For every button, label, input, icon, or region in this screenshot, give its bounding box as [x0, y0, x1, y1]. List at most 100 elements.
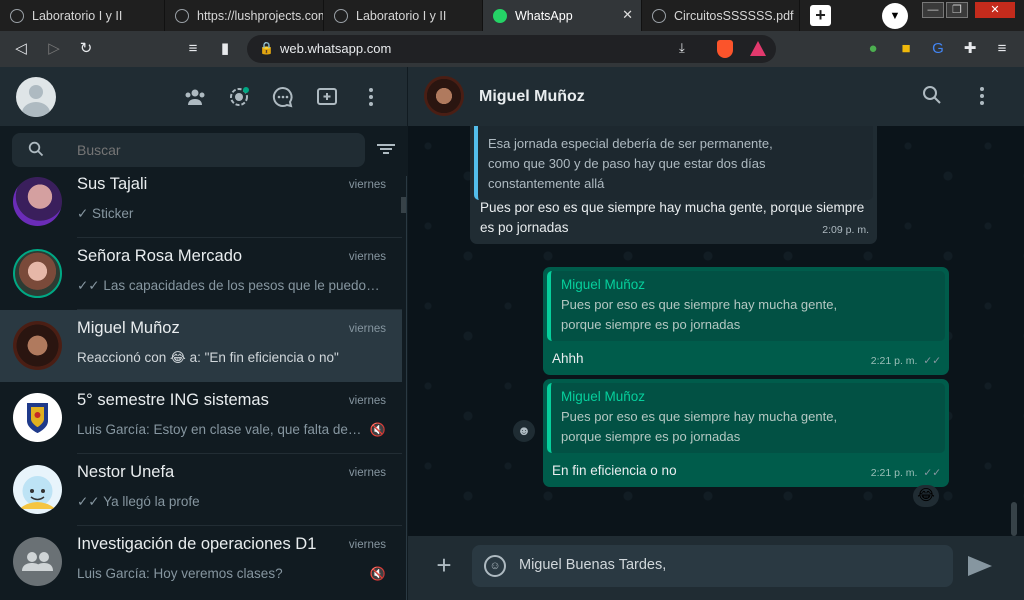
read-ticks-icon: ✓✓ — [923, 355, 941, 367]
browser-toolbar: ◁ ▷ ↻ ≡ ▮ 🔒 web.whatsapp.com ⤓ ● ■ G ✚ ≡ — [0, 31, 1024, 67]
message-outgoing[interactable]: Miguel Muñoz Pues por eso es que siempre… — [543, 267, 949, 375]
quoted-message[interactable]: Miguel Muñoz Pues por eso es que siempre… — [547, 383, 945, 453]
message-composer: + ☺ Miguel Buenas Tardes, — [408, 536, 1024, 600]
chevron-down-icon[interactable]: ▼ — [882, 3, 908, 29]
menu-dots-icon[interactable] — [971, 85, 993, 107]
message-draft[interactable]: Miguel Buenas Tardes, — [519, 557, 666, 573]
minimize-button[interactable]: — — [922, 2, 944, 18]
message-time: 2:09 p. m. — [822, 224, 869, 236]
conversation-scrollbar[interactable] — [1011, 502, 1017, 536]
search-box[interactable] — [12, 133, 365, 167]
message-incoming[interactable]: Esa jornada especial debería de ser perm… — [470, 126, 877, 244]
quoted-author: Miguel Muñoz — [561, 389, 646, 404]
lock-icon: 🔒 — [259, 41, 274, 55]
avatar[interactable] — [424, 76, 464, 116]
communities-icon[interactable] — [183, 85, 207, 109]
chat-time: viernes — [348, 467, 386, 479]
quoted-text: constantemente allá — [488, 176, 605, 191]
message-list: Esa jornada especial debería de ser perm… — [408, 126, 1024, 536]
filter-icon[interactable] — [377, 142, 395, 158]
globe-icon — [334, 8, 348, 23]
quoted-text: Pues por eso es que siempre hay mucha ge… — [561, 409, 838, 424]
emoji-icon[interactable]: ☺ — [484, 555, 506, 577]
chat-item-selected[interactable]: Miguel Muñoz viernes Reaccionó con 😂 a: … — [0, 310, 402, 382]
send-icon[interactable] — [968, 556, 992, 576]
extensions-icon[interactable]: ✚ — [961, 40, 979, 58]
message-meta: 2:21 p. m. ✓✓ — [871, 463, 941, 483]
sidebar-scrollbar[interactable] — [401, 197, 406, 213]
quoted-text: porque siempre es po jornadas — [561, 317, 741, 332]
brave-rewards-icon[interactable] — [750, 41, 766, 56]
message-outgoing[interactable]: Miguel Muñoz Pues por eso es que siempre… — [543, 379, 949, 487]
search-area — [0, 126, 407, 176]
reload-icon[interactable]: ↻ — [77, 40, 95, 58]
brave-shield-icon[interactable] — [717, 40, 733, 58]
message-reaction[interactable]: 😂 — [913, 485, 939, 507]
quoted-text: como que 300 y de paso hay que estar dos… — [488, 156, 766, 171]
forward-icon[interactable]: ▷ — [45, 40, 63, 58]
chat-name: 5° semestre ING sistemas — [77, 391, 269, 409]
chat-preview: Reaccionó con 😂 a: "En fin eficiencia o … — [77, 350, 339, 365]
status-icon[interactable] — [227, 85, 251, 109]
emoji-react-icon[interactable]: ☻ — [513, 420, 535, 442]
message-text: Pues por eso es que siempre hay mucha ge… — [480, 200, 865, 215]
chat-name: Señora Rosa Mercado — [77, 247, 243, 265]
reader-icon[interactable]: ≡ — [184, 40, 202, 58]
attach-plus-icon[interactable]: + — [432, 552, 456, 578]
avatar — [13, 321, 62, 370]
close-icon[interactable]: ✕ — [622, 7, 633, 23]
maximize-button[interactable]: ❐ — [946, 2, 968, 18]
search-icon[interactable] — [921, 85, 943, 107]
install-icon[interactable]: ⤓ — [679, 40, 685, 56]
tab-title: Laboratorio I y II — [356, 8, 447, 23]
window-close-button[interactable]: ✕ — [975, 2, 1015, 18]
new-chat-icon[interactable] — [315, 85, 339, 109]
avatar[interactable] — [16, 77, 56, 117]
tab-title: https://lushprojects.com — [197, 8, 324, 23]
conversation-header[interactable]: Miguel Muñoz — [408, 67, 1024, 126]
browser-tab[interactable]: Laboratorio I y II — [0, 0, 165, 31]
chat-name: Investigación de operaciones D1 — [77, 535, 317, 553]
chat-item[interactable]: Nestor Unefa viernes ✓✓ Ya llegó la prof… — [0, 454, 402, 526]
chat-item[interactable]: Señora Rosa Mercado viernes ✓✓ Las capac… — [0, 238, 402, 310]
chat-sidebar: Sus Tajali viernes ✓ Sticker Señora Rosa… — [0, 67, 407, 600]
whatsapp-app: Sus Tajali viernes ✓ Sticker Señora Rosa… — [0, 67, 1024, 600]
address-bar[interactable]: 🔒 web.whatsapp.com ⤓ — [247, 35, 776, 63]
url-text[interactable]: web.whatsapp.com — [280, 41, 391, 56]
chat-item[interactable]: Investigación de operaciones D1 viernes … — [0, 526, 402, 598]
browser-tab[interactable]: https://lushprojects.com — [165, 0, 324, 31]
back-icon[interactable]: ◁ — [12, 40, 30, 58]
search-icon[interactable] — [28, 141, 44, 160]
avatar — [13, 393, 62, 442]
search-input[interactable] — [77, 142, 347, 158]
new-tab-button[interactable]: + — [810, 5, 831, 26]
channels-icon[interactable] — [271, 85, 295, 109]
conversation-panel: Miguel Muñoz Esa jornada especial deberí… — [408, 67, 1024, 600]
extension-globe-icon[interactable]: ● — [864, 40, 882, 58]
translate-icon[interactable]: G — [929, 40, 947, 58]
message-time: 2:21 p. m. — [870, 467, 918, 479]
menu-dots-icon[interactable] — [359, 85, 383, 109]
chat-time: viernes — [348, 251, 386, 263]
chat-time: viernes — [348, 395, 386, 407]
tab-title: Laboratorio I y II — [32, 8, 123, 23]
browser-tabstrip: Laboratorio I y II https://lushprojects.… — [0, 0, 1024, 31]
browser-tab[interactable]: CircuitosSSSSSS.pdf — [642, 0, 800, 31]
message-input[interactable]: ☺ Miguel Buenas Tardes, — [472, 545, 953, 587]
quoted-text: porque siempre es po jornadas — [561, 429, 741, 444]
chat-time: viernes — [348, 539, 386, 551]
message-text: es po jornadas — [480, 220, 569, 235]
browser-tab[interactable]: Laboratorio I y II — [324, 0, 483, 31]
message-meta: 2:21 p. m. ✓✓ — [871, 351, 941, 371]
wallet-icon[interactable]: ■ — [897, 40, 915, 58]
menu-icon[interactable]: ≡ — [993, 40, 1011, 58]
muted-icon: 🔇 — [369, 422, 386, 437]
chat-item[interactable]: 5° semestre ING sistemas viernes Luis Ga… — [0, 382, 402, 454]
browser-tab-active[interactable]: WhatsApp ✕ — [483, 0, 642, 31]
chat-item[interactable]: Sus Tajali viernes ✓ Sticker — [0, 176, 402, 238]
bookmark-icon[interactable]: ▮ — [216, 40, 234, 58]
quoted-message[interactable]: Miguel Muñoz Pues por eso es que siempre… — [547, 271, 945, 341]
contact-name[interactable]: Miguel Muñoz — [479, 88, 585, 106]
tab-title: WhatsApp — [515, 8, 573, 23]
quoted-message[interactable]: Esa jornada especial debería de ser perm… — [474, 126, 873, 200]
